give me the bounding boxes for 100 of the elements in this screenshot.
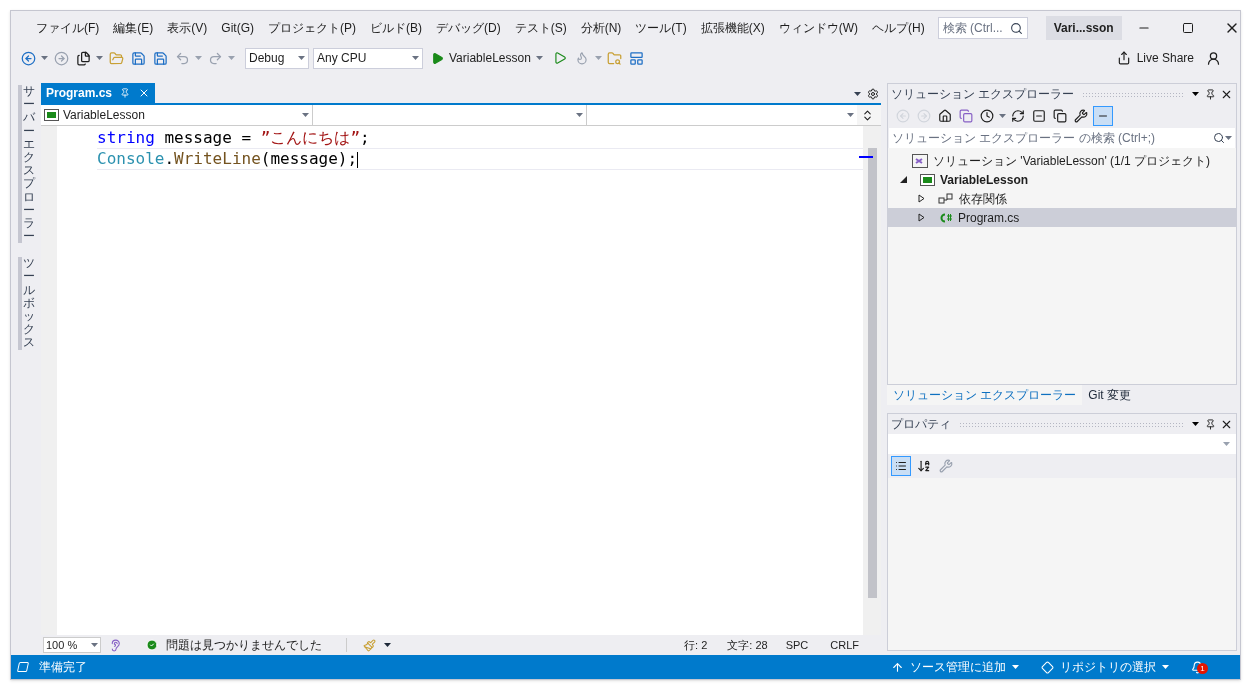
- tree-item[interactable]: Program.cs: [888, 208, 1236, 227]
- caret-icon: [302, 113, 309, 117]
- play-icon: [431, 51, 444, 65]
- menu-item[interactable]: ビルド(B): [363, 19, 429, 37]
- caret-icon: [1192, 92, 1199, 96]
- caret-icon: [847, 113, 854, 117]
- panel-title: プロパティ: [891, 416, 951, 433]
- clock-icon[interactable]: [978, 107, 996, 125]
- project-dropdown[interactable]: VariableLesson: [41, 105, 313, 125]
- tree-item[interactable]: 依存関係: [888, 189, 1236, 208]
- side-panel-tab[interactable]: ツールボックス: [17, 257, 35, 350]
- back-icon[interactable]: [19, 49, 37, 67]
- home-icon[interactable]: [936, 107, 954, 125]
- menu-item[interactable]: テスト(S): [507, 19, 574, 37]
- diamond-icon: [1041, 660, 1054, 674]
- caret-icon: [594, 56, 602, 60]
- menu-item[interactable]: デバッグ(D): [429, 19, 508, 37]
- preview-toggle-icon[interactable]: [1093, 106, 1113, 126]
- menu-item[interactable]: ウィンドウ(W): [771, 19, 865, 37]
- caret-icon: [384, 643, 391, 647]
- side-panel-tab[interactable]: サーバーエクスプローラー: [17, 85, 35, 244]
- search-icon: [1009, 21, 1023, 35]
- menu-item[interactable]: 拡張機能(X): [693, 19, 772, 37]
- notifications-button[interactable]: 1: [1191, 660, 1204, 674]
- live-share-button[interactable]: Live Share: [1110, 47, 1200, 69]
- menu-item[interactable]: 表示(V): [160, 19, 215, 37]
- output-icon: [15, 661, 31, 673]
- collapse-all-icon[interactable]: [1030, 107, 1048, 125]
- save-all-icon[interactable]: [151, 49, 169, 67]
- code-line: string message = ”こんにちは”;: [97, 128, 371, 148]
- menu-item[interactable]: ツール(T): [628, 19, 694, 37]
- refresh-icon[interactable]: [1009, 107, 1027, 125]
- collapsed-arrow-icon[interactable]: [918, 213, 925, 222]
- line-number: 行: 2: [684, 637, 708, 653]
- panel-title: ソリューション エクスプローラー: [891, 86, 1075, 103]
- open-folder-icon[interactable]: [107, 49, 125, 67]
- caret-icon: [535, 56, 543, 60]
- caret-icon: [1223, 442, 1230, 446]
- new-item-icon[interactable]: [74, 49, 92, 67]
- caret-icon: [1225, 136, 1232, 140]
- collapsed-arrow-icon[interactable]: [918, 194, 925, 203]
- code-file-icon: [938, 211, 953, 224]
- caret-icon: [195, 56, 202, 60]
- project-icon: [44, 109, 59, 121]
- caret-icon: [576, 113, 583, 117]
- start-button[interactable]: VariableLesson: [427, 47, 547, 69]
- check-icon: [146, 639, 158, 651]
- dependency-icon: [938, 192, 954, 205]
- caret-icon: [298, 56, 305, 60]
- arrow-up-icon: [891, 660, 904, 674]
- menu-item[interactable]: 分析(N): [573, 19, 629, 37]
- pin-icon: [1205, 418, 1216, 430]
- caret-icon: [854, 92, 861, 96]
- panel-tab[interactable]: Git 変更: [1082, 385, 1137, 405]
- wrench-icon[interactable]: [1072, 107, 1090, 125]
- window-layout-icon[interactable]: [627, 49, 646, 67]
- tree-item[interactable]: ソリューション 'VariableLesson' (1/1 プロジェクト): [888, 151, 1236, 170]
- share-icon: [1116, 51, 1131, 65]
- expanded-arrow-icon[interactable]: [900, 176, 907, 183]
- caret-icon: [999, 114, 1006, 118]
- panel-tab[interactable]: ソリューション エクスプローラー: [887, 385, 1083, 405]
- search-field[interactable]: 検索 (Ctrl...: [937, 17, 1028, 39]
- save-icon[interactable]: [129, 49, 147, 67]
- copy-icon[interactable]: [1051, 107, 1069, 125]
- solution-icon: [912, 153, 928, 168]
- menu-item[interactable]: ヘルプ(H): [865, 19, 932, 37]
- caret-icon: [96, 56, 103, 60]
- search-icon: [1213, 132, 1225, 144]
- tree-item[interactable]: VariableLesson: [888, 170, 1236, 189]
- caret-icon: [1192, 422, 1199, 426]
- brush-icon[interactable]: [363, 638, 376, 652]
- maximize-icon: [1181, 22, 1194, 34]
- zoom-dropdown[interactable]: 100 %: [43, 637, 101, 653]
- platform-dropdown[interactable]: Any CPU: [313, 47, 423, 69]
- pin-icon: [120, 88, 131, 98]
- document-tab[interactable]: Program.cs: [41, 83, 156, 103]
- switch-views-icon[interactable]: [957, 107, 975, 125]
- code-line: Console.WriteLine(message);: [97, 148, 863, 170]
- settings-icon: [867, 88, 879, 100]
- notification-count: 1: [1197, 662, 1208, 674]
- solution-name-badge: Vari...sson: [1045, 16, 1122, 40]
- caret-icon: [1012, 665, 1019, 669]
- pin-icon: [1205, 88, 1216, 100]
- menu-item[interactable]: Git(G): [214, 19, 261, 37]
- project-icon: [920, 173, 935, 186]
- menu-item[interactable]: プロジェクト(P): [261, 19, 363, 37]
- repository-button[interactable]: リポジトリの選択: [1041, 658, 1169, 676]
- search-field[interactable]: ソリューション エクスプローラー の検索 (Ctrl+;): [889, 128, 1235, 148]
- menu-item[interactable]: 編集(E): [106, 19, 161, 37]
- categorized-icon[interactable]: [891, 456, 911, 476]
- configuration-dropdown[interactable]: Debug: [245, 47, 309, 69]
- ear-icon[interactable]: [109, 638, 122, 652]
- indent-mode: SPC: [785, 637, 809, 653]
- line-ending: CRLF: [830, 637, 859, 653]
- menu-item[interactable]: ファイル(F): [29, 19, 107, 37]
- folder-search-icon[interactable]: [605, 49, 624, 67]
- caret-icon: [1162, 665, 1169, 669]
- issues-status[interactable]: 問題は見つかりませんでした: [166, 636, 322, 654]
- source-control-button[interactable]: ソース管理に追加: [891, 658, 1019, 676]
- caret-icon: [91, 643, 98, 647]
